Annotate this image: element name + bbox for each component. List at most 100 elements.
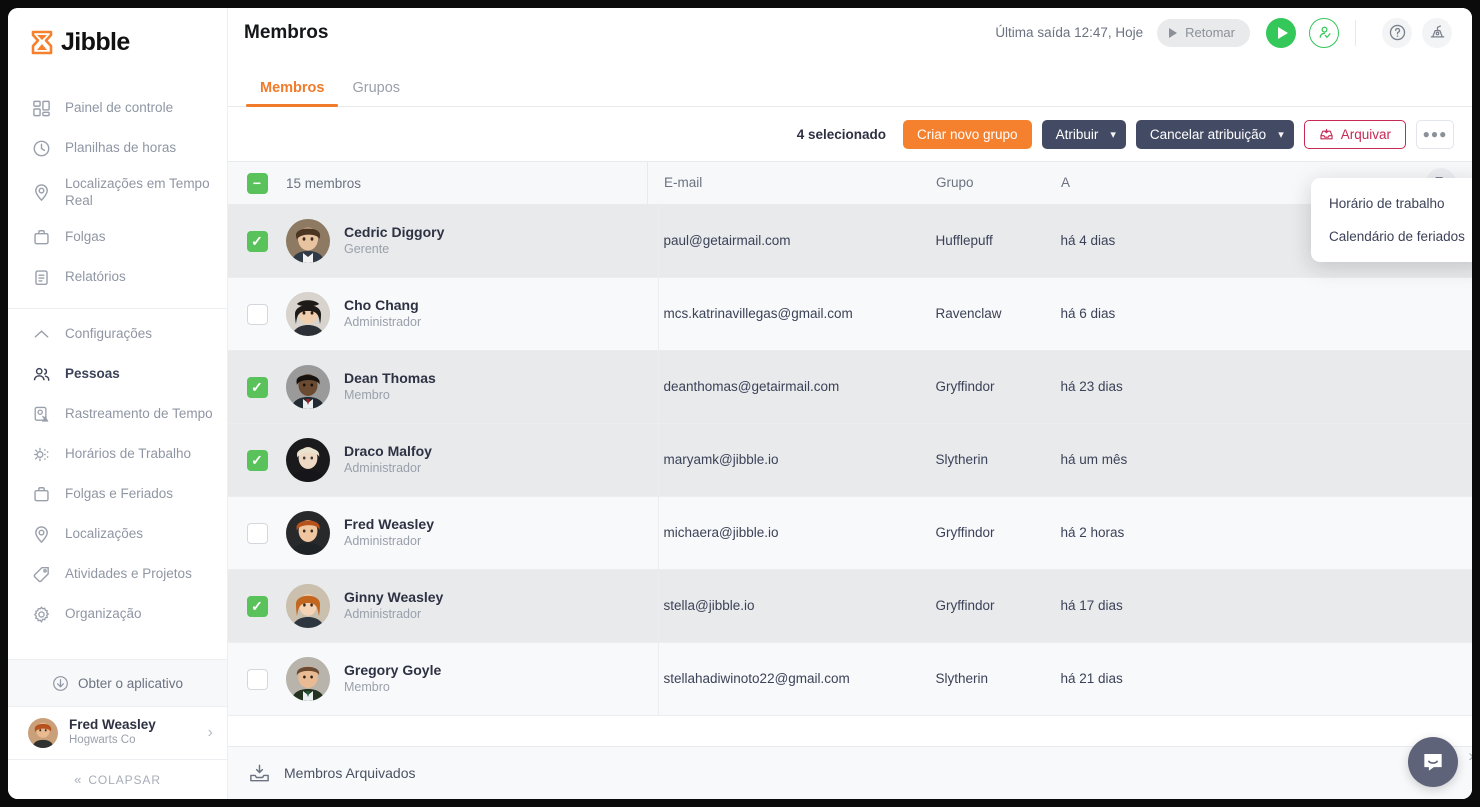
column-label: Grupo xyxy=(936,175,974,190)
email-cell: michaera@jibble.io xyxy=(648,524,936,542)
table-row[interactable]: ✓ Cedric Diggory Gerente paul@getairmail.co… xyxy=(228,205,1472,278)
row-checkbox[interactable] xyxy=(246,668,268,690)
table-row[interactable]: Cho Chang Administrador mcs.katrinavillega… xyxy=(228,278,1472,351)
table-row[interactable]: Fred Weasley Administrador michaera@jibble… xyxy=(228,497,1472,570)
member-email: michaera@jibble.io xyxy=(663,525,779,540)
select-all-checkbox[interactable]: − xyxy=(246,172,268,194)
user-profile-button[interactable]: Fred Weasley Hogwarts Co › xyxy=(8,706,227,759)
member-identity: Cho Chang Administrador xyxy=(344,297,421,332)
row-checkbox[interactable]: ✓ xyxy=(246,595,268,617)
sidebar-item-atividades-e-projetos[interactable]: Atividades e Projetos xyxy=(8,555,227,595)
sidebar-item-configuracoes[interactable]: Configurações xyxy=(8,315,227,355)
table-row[interactable]: ✓ Draco Malfoy Administrador maryamk@jibble… xyxy=(228,424,1472,497)
sidebar-divider xyxy=(8,307,227,309)
member-group: Gryffindor xyxy=(935,598,995,613)
whats-new-button[interactable] xyxy=(1422,17,1452,48)
email-cell: paul@getairmail.com xyxy=(648,232,936,250)
sidebar-item-organizacao[interactable]: Organização xyxy=(8,595,227,635)
sidebar-item-label: Configurações xyxy=(65,326,153,342)
row-checkbox[interactable]: ✓ xyxy=(246,376,268,398)
header-divider xyxy=(1355,19,1356,46)
check-icon: ✓ xyxy=(251,379,263,395)
member-group: Gryffindor xyxy=(935,379,995,394)
row-checkbox-cell xyxy=(228,303,286,325)
get-app-button[interactable]: Obter o aplicativo xyxy=(8,659,227,706)
archive-button[interactable]: Arquivar xyxy=(1303,119,1406,149)
member-cell: Ginny Weasley Administrador xyxy=(286,584,648,628)
sidebar-item-relatorios[interactable]: Relatórios xyxy=(8,258,227,298)
create-new-group-button[interactable]: Criar novo grupo xyxy=(903,119,1032,149)
sidebar-item-rastreamento-de-tempo[interactable]: Rastreamento de Tempo xyxy=(8,395,227,435)
sidebar-item-label: Rastreamento de Tempo xyxy=(65,406,213,422)
resume-label: Retomar xyxy=(1185,25,1235,40)
group-cell: Slytherin xyxy=(936,670,1061,688)
clock-in-button[interactable] xyxy=(1266,17,1296,48)
sidebar-item-localizacoes-em-tempo-real[interactable]: Localizações em Tempo Real xyxy=(8,168,227,218)
table-row[interactable]: ✓ Dean Thomas Membro deanthomas@getairmail.… xyxy=(228,351,1472,424)
create-group-label: Criar novo grupo xyxy=(917,126,1018,142)
app-logo[interactable]: Jibble xyxy=(8,8,227,76)
table-header-row: − 15 membros E-mail Grupo A xyxy=(228,161,1472,205)
briefcase-icon xyxy=(30,484,52,506)
member-role: Administrador xyxy=(344,534,422,548)
sidebar-item-horarios-de-trabalho[interactable]: Horários de Trabalho xyxy=(8,435,227,475)
cell-divider xyxy=(658,643,659,716)
avatar xyxy=(286,365,330,409)
dropdown-item-label: Calendário de feriados xyxy=(1329,229,1465,244)
main-content: Membros Última saída 12:47, Hoje Retomar xyxy=(228,8,1472,799)
sidebar-item-folgas[interactable]: Folgas xyxy=(8,218,227,258)
dropdown-item-horario-de-trabalho[interactable]: Horário de trabalho xyxy=(1311,187,1472,220)
member-email: mcs.katrinavillegas@gmail.com xyxy=(663,306,853,321)
email-cell: deanthomas@getairmail.com xyxy=(648,378,936,396)
member-group: Gryffindor xyxy=(935,525,995,540)
sidebar-item-planilhas-de-horas[interactable]: Planilhas de horas xyxy=(8,128,227,168)
help-button[interactable] xyxy=(1382,17,1412,48)
personal-status-button[interactable] xyxy=(1309,17,1339,48)
tab-membros[interactable]: Membros xyxy=(246,80,339,107)
row-checkbox[interactable] xyxy=(246,522,268,544)
check-icon: ✓ xyxy=(251,452,263,468)
dropdown-item-calendario-de-feriados[interactable]: Calendário de feriados xyxy=(1311,220,1472,253)
email-cell: stella@jibble.io xyxy=(648,597,936,615)
help-circle-icon xyxy=(1389,24,1405,41)
sidebar-item-painel-de-controle[interactable]: Painel de controle xyxy=(8,88,227,128)
member-cell: Cho Chang Administrador xyxy=(286,292,648,336)
archive-inbox-icon xyxy=(248,761,272,785)
resume-button[interactable]: Retomar xyxy=(1157,18,1250,47)
member-identity: Gregory Goyle Membro xyxy=(344,662,441,697)
select-all-checkbox-cell: − xyxy=(228,172,286,194)
play-icon xyxy=(1169,27,1178,38)
row-checkbox[interactable] xyxy=(246,303,268,325)
more-options-button[interactable]: ●●● xyxy=(1416,119,1454,149)
member-last-activity: há 17 dias xyxy=(1060,598,1123,613)
member-name: Gregory Goyle xyxy=(344,661,442,678)
member-name: Fred Weasley xyxy=(344,515,435,532)
cell-divider xyxy=(658,497,659,570)
sidebar-item-localizacoes[interactable]: Localizações xyxy=(8,515,227,555)
member-cell: Draco Malfoy Administrador xyxy=(286,438,648,482)
table-row[interactable]: ✓ Ginny Weasley Administrador stella@jibble… xyxy=(228,570,1472,643)
chat-support-button[interactable] xyxy=(1408,737,1458,787)
tab-grupos[interactable]: Grupos xyxy=(338,80,414,106)
edge-expand-chevron-icon[interactable]: › xyxy=(1468,746,1472,766)
row-checkbox[interactable]: ✓ xyxy=(246,449,268,471)
briefcase-icon xyxy=(30,227,52,249)
assign-button[interactable]: Atribuir ▾ xyxy=(1041,119,1126,149)
sidebar-item-folgas-e-feriados[interactable]: Folgas e Feriados xyxy=(8,475,227,515)
top-header: Membros Última saída 12:47, Hoje Retomar xyxy=(228,8,1472,57)
sidebar-item-pessoas[interactable]: Pessoas xyxy=(8,355,227,395)
member-identity: Dean Thomas Membro xyxy=(344,370,436,405)
user-name: Fred Weasley xyxy=(69,717,156,733)
unassign-button[interactable]: Cancelar atribuição ▾ xyxy=(1135,119,1294,149)
indeterminate-icon: − xyxy=(252,175,262,191)
member-identity: Ginny Weasley Administrador xyxy=(344,589,443,624)
column-header-group[interactable]: Grupo xyxy=(936,174,1061,192)
sidebar-item-label: Folgas e Feriados xyxy=(65,486,174,502)
cell-divider xyxy=(658,278,659,351)
row-checkbox[interactable]: ✓ xyxy=(246,230,268,252)
collapse-sidebar-button[interactable]: « COLAPSAR xyxy=(8,759,227,799)
archived-members-bar[interactable]: Membros Arquivados xyxy=(228,746,1472,799)
member-role: Administrador xyxy=(344,461,422,475)
column-header-email[interactable]: E-mail xyxy=(648,174,936,192)
table-row[interactable]: Gregory Goyle Membro stellahadiwinoto22@gm… xyxy=(228,643,1472,716)
